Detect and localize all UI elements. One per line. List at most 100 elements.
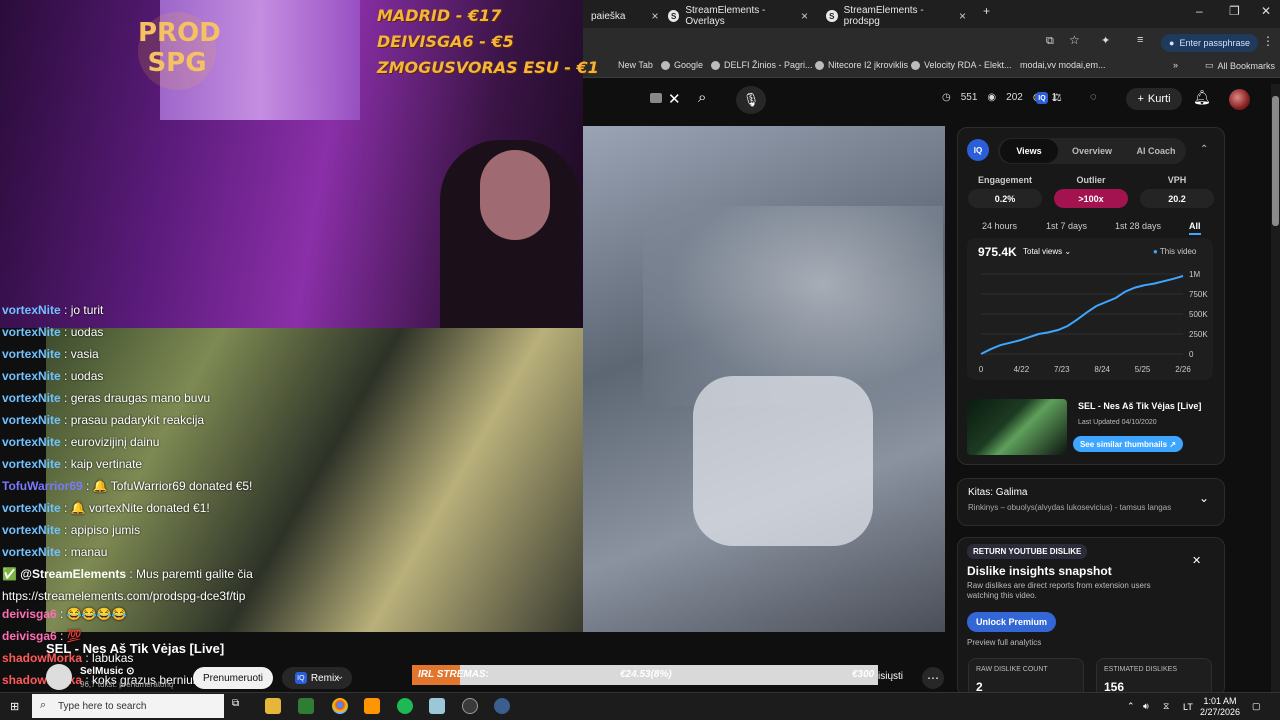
similar-thumbnails-button[interactable]: See similar thumbnails ↗ bbox=[1073, 436, 1183, 452]
network-icon[interactable]: ⧖ bbox=[1163, 701, 1169, 712]
create-button[interactable]: + Kurti bbox=[1126, 88, 1182, 110]
subscribe-button[interactable]: Prenumeruoti bbox=[193, 667, 273, 689]
channel-name[interactable]: SelMusic ⊙ bbox=[80, 666, 135, 677]
tab-overlays[interactable]: S StreamElements - Overlays × bbox=[660, 4, 816, 28]
passphrase-button[interactable]: ● Enter passphrase bbox=[1161, 34, 1258, 52]
cast-icon[interactable]: ⧉ bbox=[1046, 35, 1054, 48]
chat-message: https://streamelements.com/prodspg-dce3f… bbox=[2, 589, 245, 603]
ryd-description: Raw dislikes are direct reports from ext… bbox=[967, 581, 1151, 600]
tab-views[interactable]: Views bbox=[1000, 139, 1058, 163]
spotify-icon[interactable] bbox=[397, 698, 413, 714]
metric-dropdown[interactable]: Total views ⌄ bbox=[1023, 247, 1071, 256]
chart-legend: ● This video bbox=[1153, 247, 1197, 256]
windows-start-icon[interactable]: ⊞ bbox=[10, 700, 19, 713]
window-close-icon[interactable]: ✕ bbox=[1261, 4, 1271, 18]
tab-search[interactable]: paieška × bbox=[583, 4, 658, 28]
new-tab-icon[interactable]: + bbox=[983, 4, 990, 18]
chat-username: TofuWarrior69 bbox=[2, 479, 83, 493]
sort-icon[interactable]: ⚖ bbox=[1052, 91, 1062, 104]
search-icon[interactable]: ⌕ bbox=[698, 89, 706, 106]
bookmark-modai[interactable]: modai,vv modai,em... bbox=[1020, 60, 1106, 70]
chevron-right-icon[interactable]: » bbox=[1173, 60, 1178, 70]
file-explorer-icon[interactable] bbox=[265, 698, 281, 714]
range-7-days[interactable]: 1st 7 days bbox=[1046, 221, 1087, 231]
video-title: SEL - Nes Aš Tik Vėjas [Live] bbox=[46, 641, 225, 656]
video-thumbnail[interactable] bbox=[967, 399, 1067, 455]
preview-analytics-link[interactable]: Preview full analytics bbox=[967, 638, 1041, 647]
chevron-down-icon[interactable]: ⌄ bbox=[1199, 491, 1209, 505]
vidiq-icon[interactable]: IQ bbox=[1036, 92, 1048, 104]
chat-text: prasau padarykit reakcija bbox=[70, 413, 205, 427]
share-button[interactable]: isiųsti bbox=[878, 671, 903, 682]
notification-icon[interactable]: ▢ bbox=[1252, 701, 1261, 712]
fl-studio-icon[interactable] bbox=[364, 698, 380, 714]
close-icon[interactable]: × bbox=[651, 9, 658, 23]
clear-search-icon[interactable]: ✕ bbox=[668, 90, 681, 108]
minimize-icon[interactable]: – bbox=[1196, 4, 1203, 18]
chrome-icon[interactable] bbox=[332, 698, 348, 714]
all-bookmarks[interactable]: ▭ All Bookmarks bbox=[1205, 60, 1275, 71]
last-updated: Last Updated 04/10/2020 bbox=[1078, 419, 1157, 426]
channel-avatar[interactable] bbox=[46, 664, 72, 690]
notes-icon[interactable] bbox=[429, 698, 445, 714]
close-icon[interactable]: × bbox=[801, 9, 808, 23]
chevron-up-icon[interactable]: ⌃ bbox=[1200, 144, 1208, 155]
chevron-up-icon[interactable]: ⌃ bbox=[1127, 701, 1135, 712]
close-icon[interactable]: ✕ bbox=[1192, 554, 1201, 567]
keyboard-icon[interactable] bbox=[650, 93, 662, 103]
goal-amount: €24.53(8%) bbox=[620, 669, 672, 680]
bookmark-velocity[interactable]: Velocity RDA - Elekt... bbox=[911, 60, 1012, 70]
chat-message: vortexNite : manau bbox=[2, 545, 107, 559]
tab-prodspg[interactable]: S StreamElements - prodspg × bbox=[818, 4, 974, 28]
eye-icon: ◷ bbox=[942, 92, 951, 103]
bookmark-new-tab[interactable]: New Tab bbox=[618, 60, 653, 70]
star-icon[interactable]: ☆ bbox=[1069, 33, 1080, 47]
tab-overview[interactable]: Overview bbox=[1062, 139, 1122, 163]
volume-icon[interactable]: 🔊︎ bbox=[1143, 701, 1149, 712]
range-24-hours[interactable]: 24 hours bbox=[982, 221, 1017, 231]
task-view-icon[interactable]: ⧉ bbox=[232, 698, 248, 714]
more-icon[interactable]: ⋯ bbox=[922, 667, 944, 689]
chat-separator: : bbox=[60, 325, 71, 339]
clock[interactable]: 1:01 AM 2/27/2026 bbox=[1200, 696, 1240, 718]
next-card[interactable] bbox=[957, 478, 1225, 526]
metric-engagement-value: 0.2% bbox=[968, 189, 1042, 208]
app-icon[interactable] bbox=[494, 698, 510, 714]
range-28-days[interactable]: 1st 28 days bbox=[1115, 221, 1161, 231]
bookmark-google[interactable]: Google bbox=[661, 60, 703, 70]
unlock-premium-button[interactable]: Unlock Premium bbox=[967, 612, 1056, 632]
chat-text: 🔔 TofuWarrior69 donated €5! bbox=[92, 479, 253, 493]
prodspg-logo: PROD SPG bbox=[138, 12, 221, 90]
microphone-icon[interactable]: 🎙 bbox=[736, 86, 766, 114]
chat-username: vortexNite bbox=[2, 413, 61, 427]
chat-message: vortexNite : geras draugas mano buvu bbox=[2, 391, 210, 405]
extensions-icon[interactable]: ✦ bbox=[1101, 34, 1110, 47]
app-icon[interactable] bbox=[298, 698, 314, 714]
menu-icon[interactable]: ⋮ bbox=[1262, 34, 1274, 48]
chat-username: vortexNite bbox=[2, 435, 61, 449]
obs-icon[interactable] bbox=[462, 698, 478, 714]
tab-ai-coach[interactable]: AI Coach bbox=[1126, 139, 1186, 163]
video-player[interactable] bbox=[583, 126, 945, 632]
scrollbar-thumb[interactable] bbox=[1272, 96, 1279, 226]
language-indicator[interactable]: LT bbox=[1183, 702, 1193, 713]
avatar[interactable] bbox=[1229, 89, 1250, 110]
taskbar-search[interactable]: ⌕ Type here to search bbox=[32, 694, 224, 718]
chat-separator: : bbox=[60, 369, 71, 383]
bell-icon[interactable]: 🔔︎ bbox=[1193, 89, 1211, 106]
reading-list-icon[interactable]: ≡ bbox=[1137, 34, 1143, 46]
chat-text: uodas bbox=[70, 325, 104, 339]
y-tick-label: 0 bbox=[1189, 350, 1194, 359]
streamer-face bbox=[480, 150, 550, 240]
bookmark-nitecore[interactable]: Nitecore I2 įkroviklis bbox=[815, 60, 908, 70]
range-all[interactable]: All bbox=[1189, 221, 1201, 235]
ryd-title: Dislike insights snapshot bbox=[967, 564, 1112, 578]
y-tick-label: 1M bbox=[1189, 270, 1200, 279]
goal-bar: IRL STREMAS: €24.53(8%) €300 bbox=[412, 665, 878, 685]
chat-icon[interactable]: ◌ bbox=[1090, 91, 1097, 103]
restore-icon[interactable]: ❐ bbox=[1229, 4, 1240, 18]
vidiq-logo: IQ bbox=[967, 139, 989, 161]
bookmark-delfi[interactable]: DELFI Žinios - Pagri... bbox=[711, 60, 813, 70]
chevron-down-icon[interactable]: ⌄ bbox=[336, 671, 344, 682]
close-icon[interactable]: × bbox=[959, 9, 966, 23]
